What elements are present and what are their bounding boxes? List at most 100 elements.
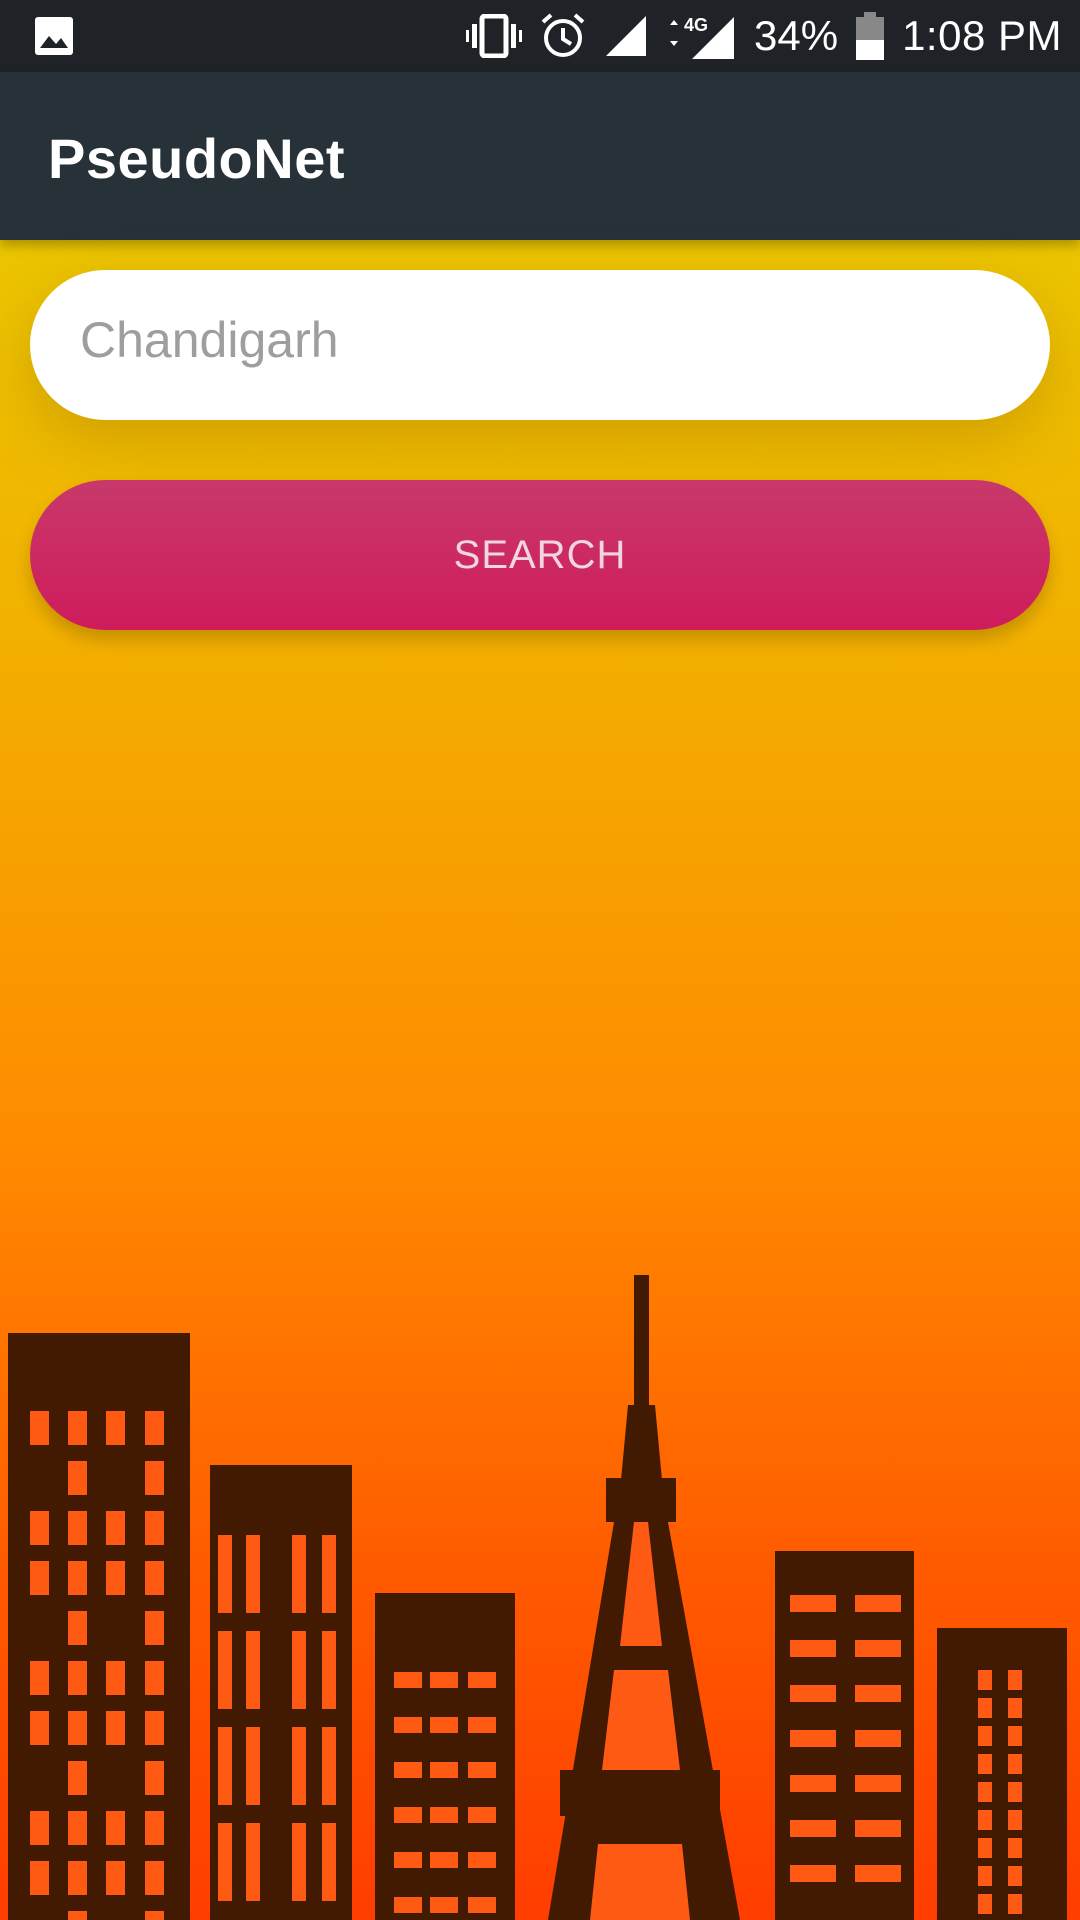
- window: [430, 1672, 458, 1688]
- window: [106, 1661, 125, 1695]
- window: [1008, 1670, 1022, 1690]
- window: [246, 1631, 260, 1709]
- window: [322, 1631, 336, 1709]
- window: [1008, 1838, 1022, 1858]
- window: [855, 1685, 901, 1702]
- window: [68, 1861, 87, 1895]
- window: [30, 1511, 49, 1545]
- window: [30, 1661, 49, 1695]
- window: [855, 1640, 901, 1657]
- window: [106, 1561, 125, 1595]
- window: [246, 1727, 260, 1805]
- window: [1008, 1894, 1022, 1914]
- window: [106, 1861, 125, 1895]
- window: [68, 1611, 87, 1645]
- battery-icon: [856, 12, 885, 60]
- window: [790, 1685, 836, 1702]
- search-input[interactable]: [78, 310, 982, 370]
- window: [430, 1762, 458, 1778]
- window: [246, 1535, 260, 1613]
- battery-percent: 34%: [754, 12, 839, 59]
- window: [1008, 1782, 1022, 1802]
- window: [106, 1511, 125, 1545]
- window: [1008, 1866, 1022, 1886]
- network-type-label: 4G: [684, 15, 708, 35]
- window: [30, 1711, 49, 1745]
- window: [68, 1411, 87, 1445]
- window: [978, 1810, 992, 1830]
- window: [145, 1911, 164, 1920]
- window: [145, 1761, 164, 1795]
- window: [468, 1717, 496, 1733]
- window: [322, 1823, 336, 1901]
- clock: 1:08 PM: [902, 12, 1062, 59]
- window: [1008, 1698, 1022, 1718]
- window: [68, 1761, 87, 1795]
- window: [145, 1461, 164, 1495]
- status-bar: 4G 34% 1:08 PM: [0, 0, 1080, 72]
- window: [68, 1461, 87, 1495]
- window: [790, 1730, 836, 1747]
- app-bar: PseudoNet: [0, 72, 1080, 240]
- window: [68, 1711, 87, 1745]
- window: [790, 1820, 836, 1837]
- window: [1008, 1810, 1022, 1830]
- window: [978, 1894, 992, 1914]
- window: [246, 1823, 260, 1901]
- window: [68, 1511, 87, 1545]
- window: [790, 1775, 836, 1792]
- window: [1008, 1754, 1022, 1774]
- window: [145, 1561, 164, 1595]
- window: [855, 1865, 901, 1882]
- window: [68, 1561, 87, 1595]
- window: [394, 1672, 422, 1688]
- signal-4g-icon: 4G: [666, 11, 736, 61]
- search-field-container[interactable]: [30, 270, 1050, 420]
- window: [978, 1782, 992, 1802]
- window: [394, 1852, 422, 1868]
- alarm-icon: [540, 13, 586, 59]
- window: [790, 1640, 836, 1657]
- window: [978, 1698, 992, 1718]
- window: [68, 1811, 87, 1845]
- window: [218, 1535, 232, 1613]
- window: [394, 1807, 422, 1823]
- window: [468, 1672, 496, 1688]
- window: [394, 1897, 422, 1913]
- window: [322, 1535, 336, 1613]
- window: [145, 1811, 164, 1845]
- window: [468, 1807, 496, 1823]
- vibrate-icon: [466, 14, 523, 58]
- window: [468, 1762, 496, 1778]
- window: [430, 1852, 458, 1868]
- window: [790, 1865, 836, 1882]
- window: [978, 1838, 992, 1858]
- window: [106, 1411, 125, 1445]
- window: [855, 1595, 901, 1612]
- window: [292, 1631, 306, 1709]
- window: [978, 1726, 992, 1746]
- building-3: [375, 1593, 515, 1920]
- window: [145, 1711, 164, 1745]
- window: [855, 1730, 901, 1747]
- window: [978, 1754, 992, 1774]
- window: [978, 1670, 992, 1690]
- window: [468, 1897, 496, 1913]
- window: [145, 1861, 164, 1895]
- window: [68, 1661, 87, 1695]
- window: [218, 1631, 232, 1709]
- building-5: [937, 1628, 1067, 1920]
- search-button[interactable]: SEARCH: [30, 480, 1050, 630]
- window: [292, 1727, 306, 1805]
- window: [790, 1595, 836, 1612]
- city-skyline-illustration: [8, 1275, 1067, 1920]
- window: [855, 1820, 901, 1837]
- window: [145, 1611, 164, 1645]
- window: [145, 1511, 164, 1545]
- window: [855, 1775, 901, 1792]
- window: [145, 1661, 164, 1695]
- window: [106, 1811, 125, 1845]
- window: [106, 1711, 125, 1745]
- app-title: PseudoNet: [48, 127, 345, 190]
- window: [30, 1411, 49, 1445]
